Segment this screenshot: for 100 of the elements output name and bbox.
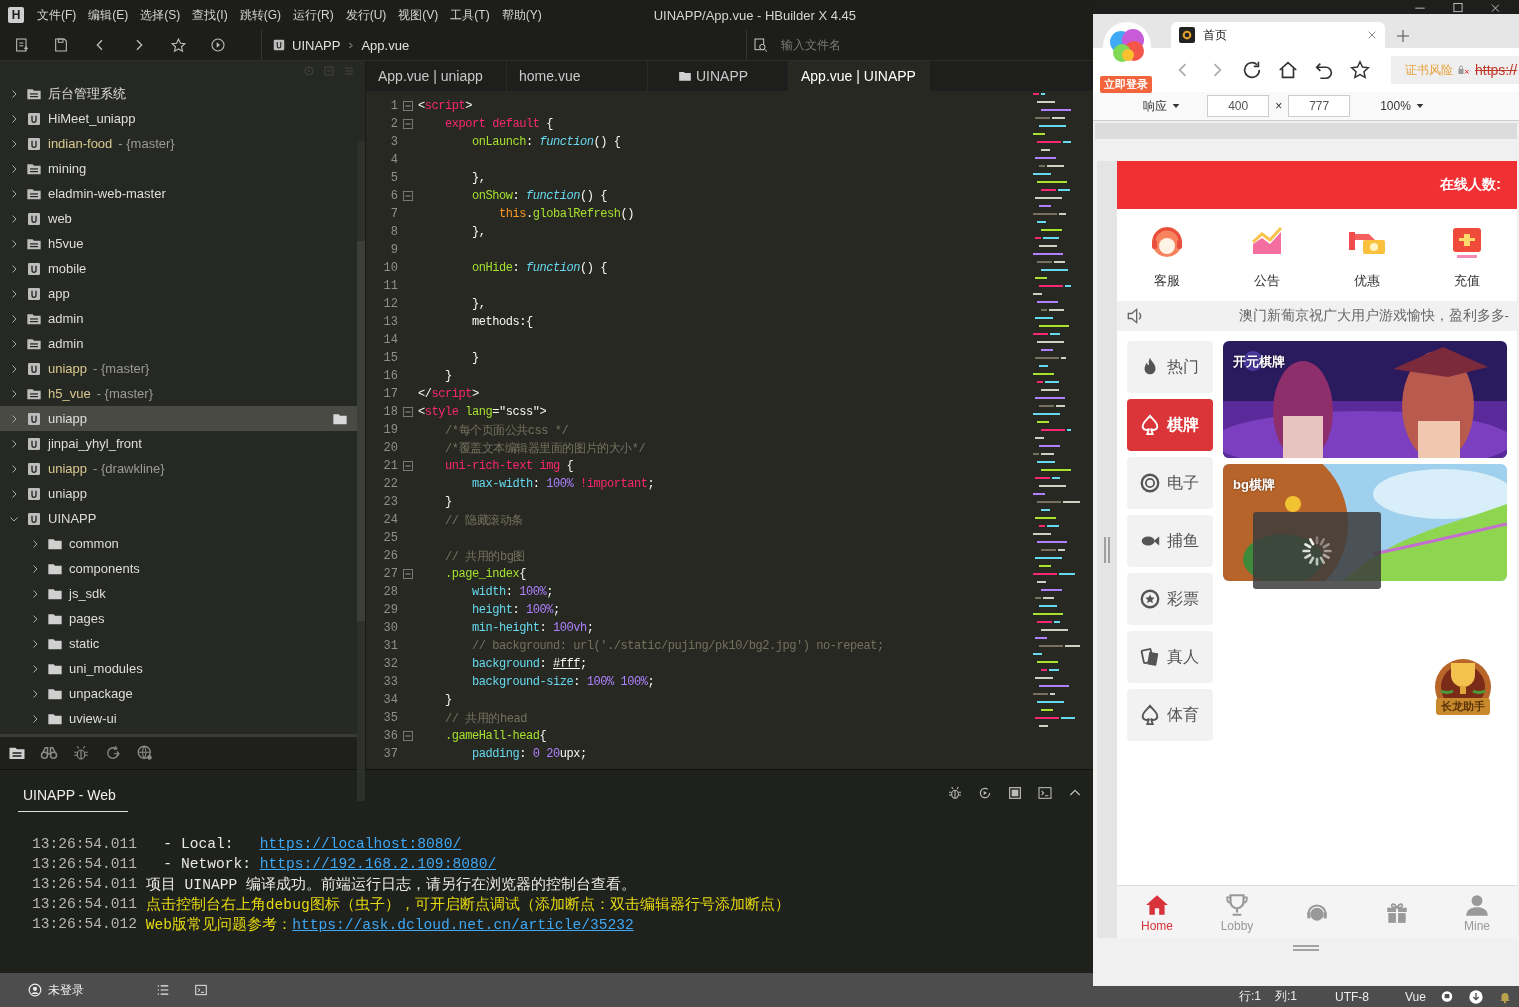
game-title[interactable]: bg棋牌 (1233, 476, 1275, 494)
tree-item[interactable]: app (0, 281, 357, 306)
login-status[interactable]: 未登录 (48, 981, 84, 999)
download-icon[interactable] (1467, 988, 1484, 1005)
encoding[interactable]: UTF-8 (1335, 989, 1370, 1004)
shortcut[interactable]: 客服 (1117, 209, 1217, 301)
project-icon (26, 135, 42, 152)
binoculars-icon[interactable] (40, 744, 58, 762)
link[interactable]: https://192.168.2.109:8080/ (259, 856, 497, 872)
menu-item[interactable]: 文件(F) (37, 6, 85, 24)
breadcrumb-item[interactable]: UINAPP (292, 37, 341, 53)
terminal-icon[interactable] (194, 983, 208, 997)
tree-item[interactable]: uniapp (0, 481, 357, 506)
console-tab[interactable]: UINAPP - Web (18, 774, 128, 812)
tree-item[interactable]: indian-food - {master} (0, 131, 357, 156)
menu-item[interactable]: 工具(T) (450, 6, 498, 24)
width-field[interactable]: 400 (1207, 95, 1270, 117)
tree-item[interactable]: UINAPP (0, 506, 357, 531)
star-icon[interactable] (1349, 59, 1371, 81)
chat-icon[interactable] (1439, 989, 1454, 1004)
menu-item[interactable]: 发行(U) (345, 6, 395, 24)
scrollbar[interactable] (357, 141, 365, 801)
menu-item[interactable]: 编辑(E) (88, 6, 137, 24)
breadcrumb-item[interactable]: App.vue (361, 37, 410, 53)
nav-tab[interactable]: Home (1117, 886, 1197, 938)
resize-handle-icon[interactable] (1293, 944, 1319, 952)
category-tab[interactable]: 捕鱼 (1127, 515, 1213, 567)
category-tab[interactable]: 彩票 (1127, 573, 1213, 625)
tree-item[interactable]: unpackage (0, 681, 357, 706)
shortcut[interactable]: 充值 (1417, 209, 1517, 301)
shortcut[interactable]: 公告 (1217, 209, 1317, 301)
category-tab[interactable]: 棋牌 (1127, 399, 1213, 451)
tree-item[interactable]: components (0, 556, 357, 581)
tree-item[interactable]: jinpai_yhyl_front (0, 431, 357, 456)
maximize-icon[interactable] (1451, 0, 1465, 14)
tree-item[interactable]: uni_modules (0, 656, 357, 681)
tree-item[interactable]: static (0, 631, 357, 656)
tree-item[interactable]: 后台管理系统 (0, 81, 357, 106)
tree-item[interactable]: pages (0, 606, 357, 631)
tree-item[interactable]: uniapp - {drawkline} (0, 456, 357, 481)
category-tab[interactable]: 体育 (1127, 689, 1213, 741)
browser-tab[interactable]: 首页 (1171, 22, 1385, 48)
fold-icon[interactable] (403, 731, 413, 741)
menu-item[interactable]: 帮助(Y) (501, 6, 550, 24)
save-icon[interactable] (53, 37, 69, 53)
fold-icon[interactable] (403, 407, 413, 417)
fold-icon[interactable] (403, 119, 413, 129)
search-field[interactable]: 输入文件名 (779, 37, 1033, 53)
terminal-icon[interactable] (1037, 785, 1053, 801)
height-field[interactable]: 777 (1288, 95, 1351, 117)
category-tab[interactable]: 真人 (1127, 631, 1213, 683)
bug-icon[interactable] (947, 785, 963, 801)
game-title[interactable]: 开元棋牌 (1233, 353, 1285, 371)
menu-item[interactable]: 查找(I) (192, 6, 236, 24)
category-tab[interactable]: 电子 (1127, 457, 1213, 509)
menu-item[interactable]: 选择(S) (140, 6, 189, 24)
list-icon[interactable] (156, 983, 170, 997)
stop-icon[interactable] (1007, 785, 1023, 801)
reload-icon[interactable] (1241, 59, 1263, 81)
star-icon[interactable] (170, 36, 187, 54)
fold-icon[interactable] (403, 461, 413, 471)
menu-item[interactable]: 视图(V) (398, 6, 447, 24)
close-icon[interactable] (1367, 30, 1377, 40)
tree-item[interactable]: uniapp (0, 406, 357, 431)
tree-item[interactable]: uniapp - {master} (0, 356, 357, 381)
tree-item[interactable]: eladmin-web-master (0, 181, 357, 206)
tree-item[interactable]: h5_vue - {master} (0, 381, 357, 406)
menu-item[interactable]: 跳转(G) (239, 6, 289, 24)
address-bar[interactable]: 证书风险 https:// (1391, 56, 1519, 84)
times-sign: × (1275, 99, 1283, 113)
new-file-icon[interactable] (14, 37, 30, 53)
editor-tab[interactable]: App.vue | UINAPP (789, 61, 930, 91)
tree-item[interactable]: uview-ui (0, 706, 357, 731)
globe-icon[interactable] (136, 744, 154, 762)
fold-icon[interactable] (403, 101, 413, 111)
restart-icon[interactable] (977, 785, 993, 801)
language-mode[interactable]: Vue (1405, 989, 1426, 1004)
drag-handle-icon[interactable] (1103, 536, 1111, 563)
tree-item[interactable]: admin (0, 306, 357, 331)
tree-item[interactable]: js_sdk (0, 581, 357, 606)
tree-item[interactable]: mining (0, 156, 357, 181)
category-tab[interactable]: 热门 (1127, 341, 1213, 393)
tree-item[interactable]: web (0, 206, 357, 231)
fold-icon[interactable] (403, 191, 413, 201)
home-icon[interactable] (1277, 59, 1299, 81)
menu-item[interactable]: 运行(R) (293, 6, 342, 24)
bug-icon[interactable] (72, 744, 90, 762)
shortcut[interactable]: 优惠 (1317, 209, 1417, 301)
zoom-dropdown[interactable]: 100% (1374, 98, 1431, 114)
tree-item[interactable]: admin (0, 331, 357, 356)
refresh-icon[interactable] (104, 744, 122, 762)
fold-icon[interactable] (403, 569, 413, 579)
run-icon[interactable] (210, 37, 226, 53)
device-dropdown[interactable]: 响应 (1137, 96, 1188, 116)
tree-item[interactable]: h5vue (0, 231, 357, 256)
tree-item[interactable]: HiMeet_uniapp (0, 106, 357, 131)
link[interactable]: https://ask.dcloud.net.cn/article/35232 (292, 916, 634, 933)
tree-item[interactable]: common (0, 531, 357, 556)
link[interactable]: https://localhost:8080/ (259, 836, 462, 852)
tree-item[interactable]: mobile (0, 256, 357, 281)
